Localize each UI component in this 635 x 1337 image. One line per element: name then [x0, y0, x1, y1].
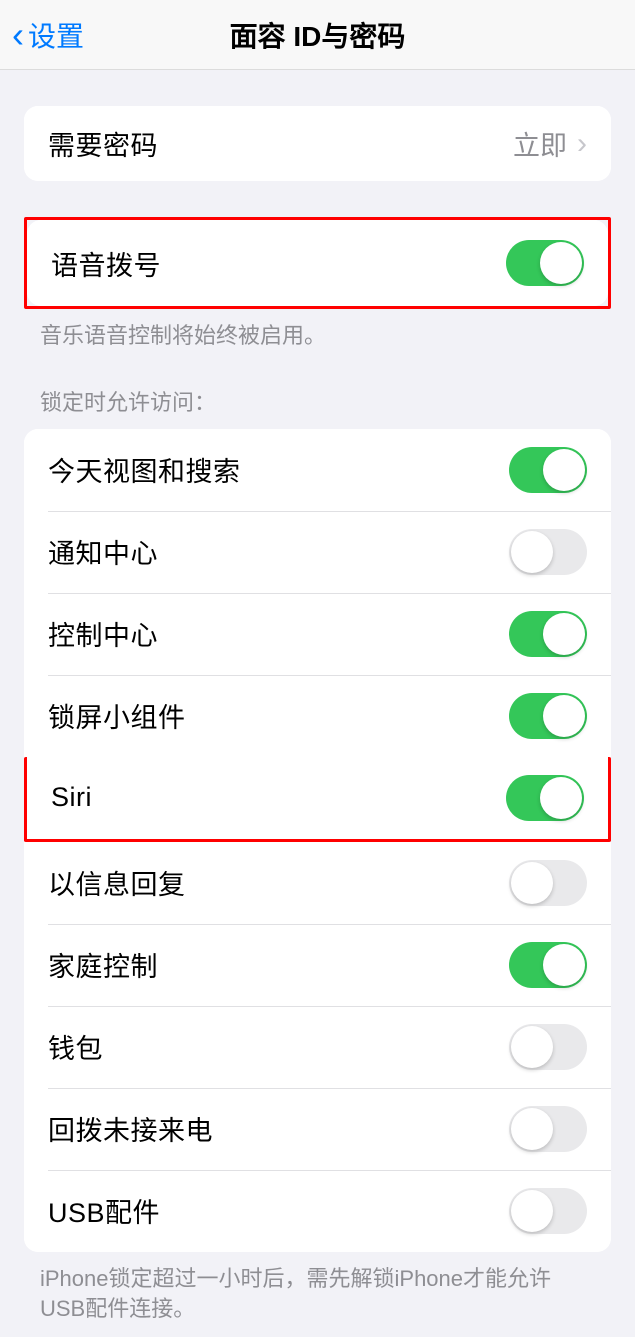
voice-dial-label: 语音拨号 — [51, 244, 161, 283]
callback-missed-row: 回拨未接来电 — [24, 1088, 611, 1170]
voice-dial-footer: 音乐语音控制将始终被启用。 — [0, 309, 635, 364]
reply-message-row: 以信息回复 — [24, 842, 611, 924]
reply-message-toggle[interactable] — [509, 860, 587, 906]
lock-access-header: 锁定时允许访问： — [0, 388, 635, 429]
callback-missed-label: 回拨未接来电 — [48, 1109, 213, 1148]
notification-center-row: 通知中心 — [24, 511, 611, 593]
control-center-toggle[interactable] — [509, 611, 587, 657]
today-view-toggle[interactable] — [509, 447, 587, 493]
reply-message-label: 以信息回复 — [48, 863, 186, 902]
wallet-toggle[interactable] — [509, 1024, 587, 1070]
usb-accessories-label: USB配件 — [48, 1191, 160, 1230]
wallet-label: 钱包 — [48, 1027, 103, 1066]
siri-toggle[interactable] — [506, 775, 584, 821]
page-title: 面容 ID与密码 — [230, 15, 406, 55]
notification-center-label: 通知中心 — [48, 532, 158, 571]
require-passcode-label: 需要密码 — [48, 124, 158, 163]
usb-footer: iPhone锁定超过一小时后，需先解锁iPhone才能允许USB配件连接。 — [0, 1252, 635, 1337]
usb-accessories-toggle[interactable] — [509, 1188, 587, 1234]
today-view-row: 今天视图和搜索 — [24, 429, 611, 511]
usb-accessories-row: USB配件 — [24, 1170, 611, 1252]
voice-dial-highlight: 语音拨号 — [24, 217, 611, 309]
home-control-label: 家庭控制 — [48, 945, 158, 984]
siri-row: Siri — [27, 757, 608, 839]
navigation-header: ‹ 设置 面容 ID与密码 — [0, 0, 635, 70]
chevron-left-icon: ‹ — [12, 14, 24, 56]
siri-label: Siri — [51, 782, 92, 813]
siri-highlight: Siri — [24, 757, 611, 842]
control-center-label: 控制中心 — [48, 614, 158, 653]
home-control-toggle[interactable] — [509, 942, 587, 988]
back-button[interactable]: ‹ 设置 — [0, 14, 84, 56]
voice-dial-toggle[interactable] — [506, 240, 584, 286]
notification-center-toggle[interactable] — [509, 529, 587, 575]
back-label: 设置 — [28, 15, 84, 55]
control-center-row: 控制中心 — [24, 593, 611, 675]
today-view-label: 今天视图和搜索 — [48, 450, 241, 489]
require-passcode-row[interactable]: 需要密码 立即 › — [24, 106, 611, 181]
callback-missed-toggle[interactable] — [509, 1106, 587, 1152]
wallet-row: 钱包 — [24, 1006, 611, 1088]
home-control-row: 家庭控制 — [24, 924, 611, 1006]
lock-widgets-label: 锁屏小组件 — [48, 696, 186, 735]
lock-widgets-toggle[interactable] — [509, 693, 587, 739]
require-passcode-value: 立即 — [513, 124, 567, 163]
voice-dial-row: 语音拨号 — [27, 220, 608, 306]
chevron-right-icon: › — [577, 127, 587, 161]
lock-widgets-row: 锁屏小组件 — [24, 675, 611, 757]
